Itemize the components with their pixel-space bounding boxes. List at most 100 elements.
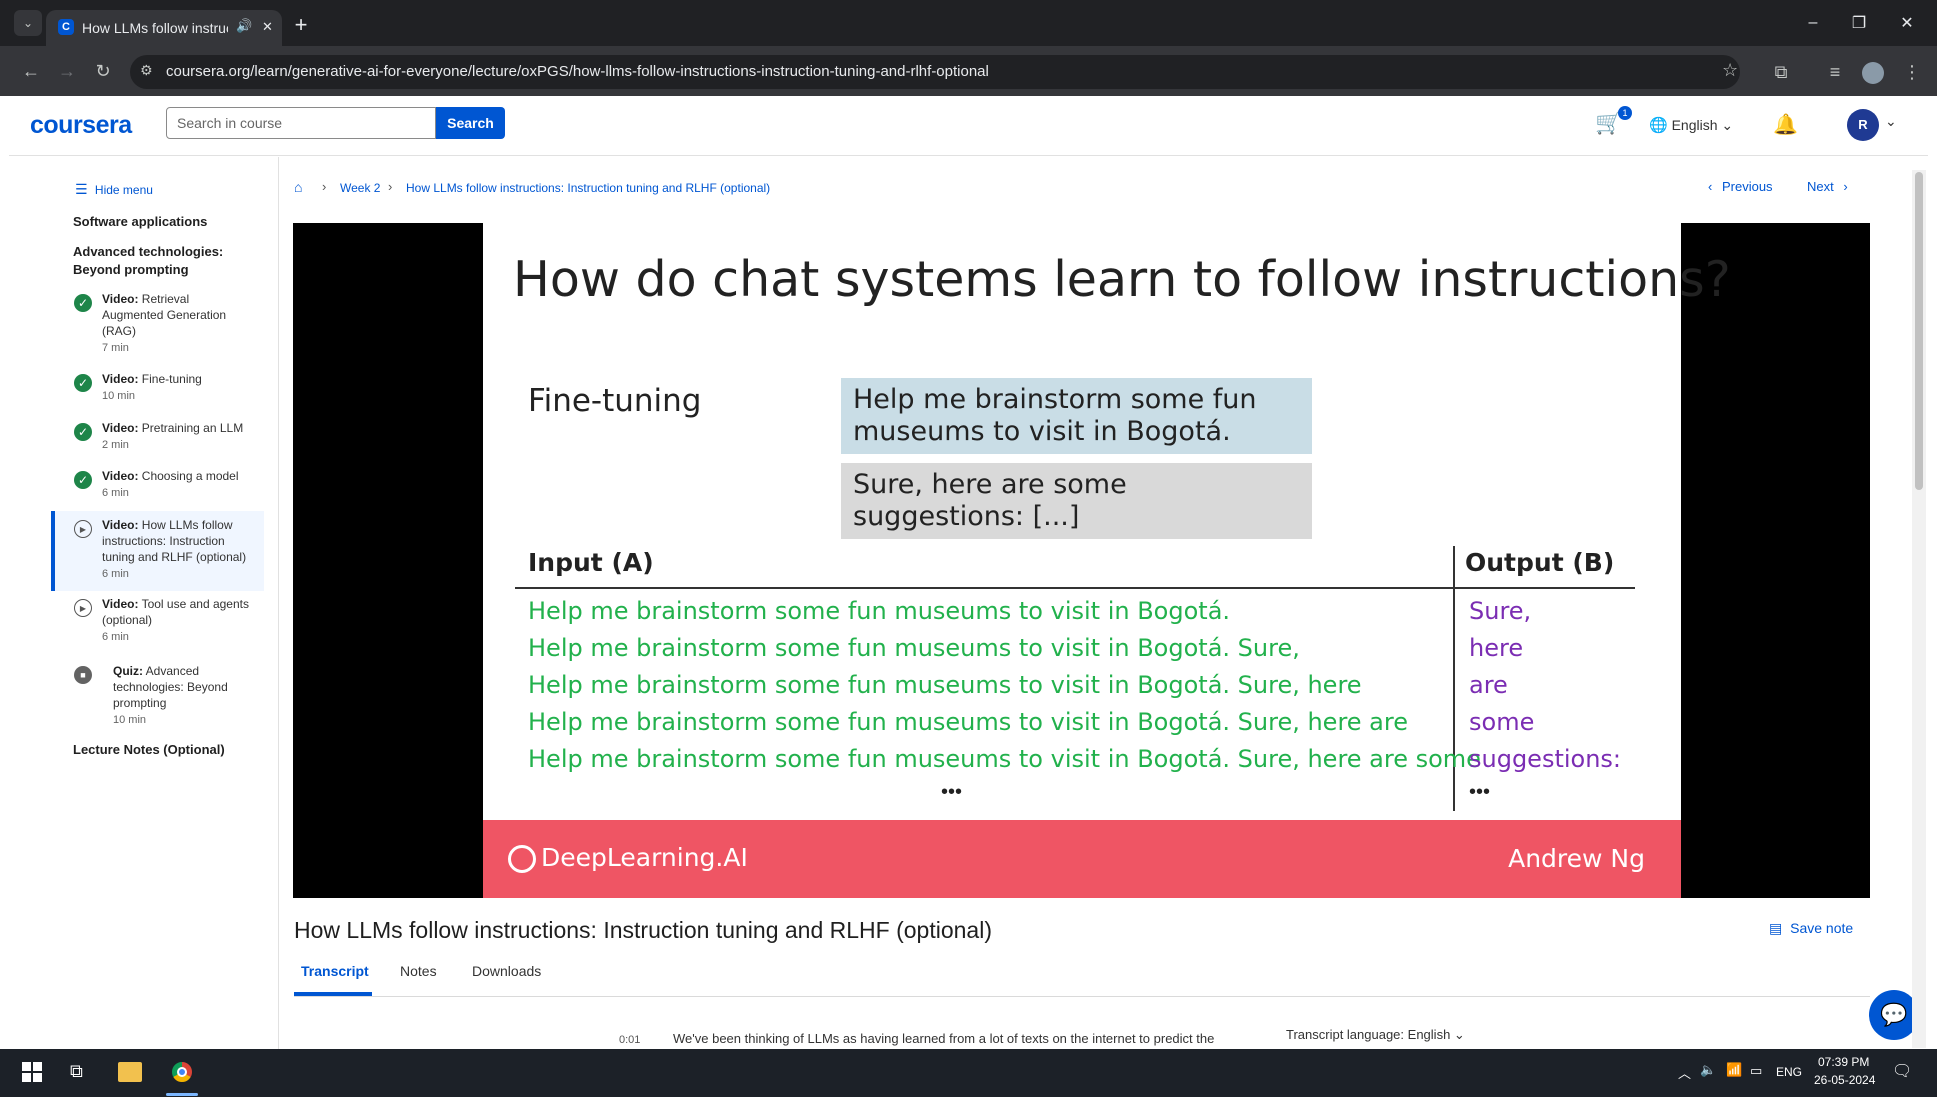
tab-title: How LLMs follow instructio [82, 20, 228, 36]
video-player[interactable]: How do chat systems learn to follow inst… [293, 223, 1870, 898]
sidebar-item-choosing-model[interactable]: Video: Choosing a model 6 min [102, 468, 252, 501]
play-circle-icon: ▶ [74, 599, 92, 617]
deeplearning-logo-icon [508, 845, 536, 873]
input-ellipsis: ••• [941, 781, 963, 803]
home-icon[interactable]: ⌂ [294, 179, 302, 195]
back-icon[interactable]: ← [16, 56, 46, 86]
item-kind: Video: [102, 292, 139, 306]
item-duration: 6 min [102, 631, 129, 643]
restore-button[interactable]: ❐ [1836, 0, 1882, 46]
account-chevron-down-icon[interactable]: ⌄ [1885, 113, 1897, 130]
transcript-language-selector[interactable]: Transcript language: English ⌄ [1286, 1027, 1465, 1043]
language-selector[interactable]: 🌐 English ⌄ [1649, 116, 1733, 134]
site-info-icon[interactable]: ⚙ [140, 62, 153, 79]
page-scrollbar[interactable] [1912, 170, 1926, 1048]
keyboard-language[interactable]: ENG [1776, 1065, 1802, 1079]
browser-menu-icon[interactable]: ⋮ [1897, 57, 1927, 87]
section-advanced-technologies[interactable]: Advanced technologies: Beyond prompting [73, 243, 243, 279]
volume-icon[interactable]: 🔈 [1700, 1062, 1716, 1078]
sidebar-item-tool-use[interactable]: Video: Tool use and agents (optional) 6 … [102, 596, 252, 645]
breadcrumb-week[interactable]: Week 2 [340, 181, 380, 195]
item-kind: Video: [102, 518, 139, 532]
prompt-box: Help me brainstorm some fun museums to v… [841, 378, 1312, 454]
search-button[interactable]: Search [436, 107, 505, 139]
wifi-icon[interactable]: 📶 [1726, 1062, 1742, 1078]
sidebar-item-pretraining[interactable]: Video: Pretraining an LLM 2 min [102, 420, 252, 453]
minimize-button[interactable]: – [1790, 0, 1836, 46]
cart-count-badge: 1 [1618, 106, 1632, 120]
item-duration: 2 min [102, 439, 129, 451]
sidebar-item-fine-tuning[interactable]: Video: Fine-tuning 10 min [102, 371, 252, 404]
chrome-taskbar-icon[interactable] [170, 1060, 194, 1084]
save-note-button[interactable]: ▤ Save note [1769, 920, 1853, 937]
forward-icon[interactable]: → [52, 56, 82, 86]
address-bar[interactable]: ⚙ coursera.org/learn/generative-ai-for-e… [130, 55, 1740, 89]
input-header: Input (A) [528, 548, 654, 577]
tray-chevron-up-icon[interactable]: ︿ [1678, 1063, 1691, 1082]
coursera-favicon-icon: C [58, 19, 74, 35]
hide-menu-button[interactable]: ☰ Hide menu [75, 181, 153, 198]
lecture-slide: How do chat systems learn to follow inst… [483, 223, 1731, 898]
bookmark-star-icon[interactable]: ☆ [1722, 60, 1738, 81]
hide-menu-label: Hide menu [94, 183, 153, 197]
file-explorer-icon[interactable] [118, 1062, 142, 1082]
tab-transcript[interactable]: Transcript [301, 963, 369, 979]
previous-button[interactable]: ‹ Previous [1708, 179, 1773, 194]
item-title: Choosing a model [141, 469, 239, 483]
tab-close-icon[interactable]: ✕ [262, 19, 273, 35]
profile-avatar-icon[interactable] [1862, 62, 1884, 84]
sidebar-item-quiz[interactable]: Quiz: Advanced technologies: Beyond prom… [113, 663, 243, 728]
coursera-logo[interactable]: coursera [30, 111, 132, 140]
windows-start-icon[interactable] [22, 1062, 42, 1082]
chevron-right-icon: › [1843, 179, 1848, 194]
item-kind: Video: [102, 597, 139, 611]
reload-icon[interactable]: ↻ [88, 56, 118, 86]
completed-check-icon: ✓ [74, 471, 92, 489]
section-lecture-notes[interactable]: Lecture Notes (Optional) [73, 742, 225, 757]
globe-icon: 🌐 [1649, 117, 1668, 134]
slide-footer: DeepLearning.AI Andrew Ng [483, 820, 1681, 898]
task-view-icon[interactable]: ⧉ [70, 1061, 83, 1082]
clock-time[interactable]: 07:39 PM [1818, 1055, 1869, 1069]
response-box: Sure, here are some suggestions: [...] [841, 463, 1312, 539]
extensions-icon[interactable]: ⧉ [1766, 57, 1796, 87]
output-row: here [1469, 634, 1524, 662]
table-divider-horizontal [515, 587, 1635, 589]
next-label: Next [1807, 179, 1834, 194]
item-duration: 7 min [102, 342, 129, 354]
new-tab-button[interactable]: + [286, 10, 316, 40]
output-row: are [1469, 671, 1508, 699]
notifications-bell-icon[interactable]: 🔔 [1773, 112, 1798, 137]
section-software-applications[interactable]: Software applications [73, 214, 207, 229]
speaker-icon[interactable]: 🔊 [236, 18, 252, 34]
transcript-timestamp[interactable]: 0:01 [619, 1034, 640, 1046]
item-kind: Quiz: [113, 664, 143, 678]
output-row: some [1469, 708, 1535, 736]
save-note-label: Save note [1790, 920, 1854, 936]
tab-notes[interactable]: Notes [400, 963, 437, 979]
close-window-button[interactable]: ✕ [1884, 0, 1930, 46]
user-avatar[interactable]: R [1847, 109, 1879, 141]
transcript-text[interactable]: We've been thinking of LLMs as having le… [673, 1031, 1214, 1046]
battery-icon[interactable]: ▭ [1750, 1063, 1762, 1079]
sidebar-item-llm-instructions[interactable]: Video: How LLMs follow instructions: Ins… [102, 517, 252, 582]
notifications-center-icon[interactable]: 🗨 [1892, 1061, 1912, 1081]
chevron-down-icon: ⌄ [1721, 117, 1734, 133]
sidebar-item-rag[interactable]: Video: Retrieval Augmented Generation (R… [102, 291, 252, 356]
breadcrumb-current[interactable]: How LLMs follow instructions: Instructio… [406, 181, 770, 195]
tab-downloads[interactable]: Downloads [472, 963, 541, 979]
output-row: suggestions: [1469, 745, 1622, 773]
next-button[interactable]: Next › [1807, 179, 1848, 194]
item-kind: Video: [102, 372, 139, 386]
media-controls-icon[interactable]: ≡ [1820, 57, 1850, 87]
browser-titlebar: ⌄ C How LLMs follow instructio 🔊 ✕ + – ❐… [0, 0, 1937, 46]
previous-label: Previous [1721, 179, 1773, 194]
play-circle-icon: ▶ [74, 520, 92, 538]
clock-date[interactable]: 26-05-2024 [1814, 1073, 1875, 1087]
course-search-input[interactable]: Search in course [166, 107, 436, 139]
item-duration: 10 min [102, 390, 136, 402]
browser-tab[interactable]: C How LLMs follow instructio 🔊 ✕ [46, 10, 282, 46]
scrollbar-thumb[interactable] [1915, 172, 1923, 490]
completed-check-icon: ✓ [74, 294, 92, 312]
tab-list-dropdown-icon[interactable]: ⌄ [14, 10, 42, 36]
